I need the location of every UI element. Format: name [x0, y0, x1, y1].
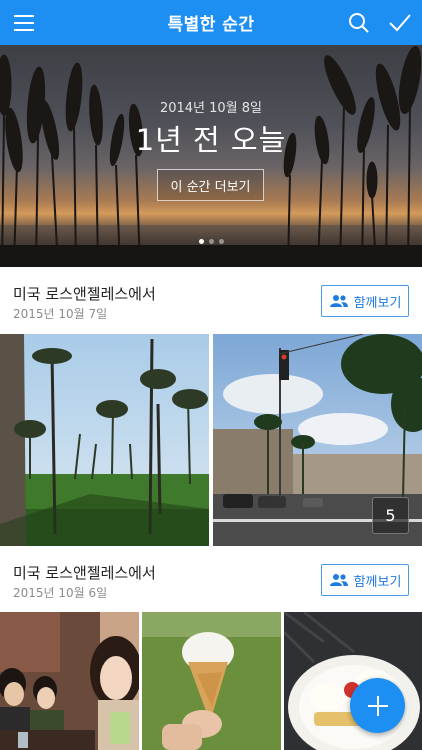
page-dot-2[interactable]	[208, 239, 214, 244]
share-view-label: 함께보기	[353, 295, 402, 311]
search-button[interactable]	[337, 0, 381, 45]
friends-cafe-photo	[0, 612, 139, 750]
photo-thumbnail[interactable]	[284, 612, 422, 750]
check-icon	[389, 13, 411, 31]
plus-icon	[367, 695, 388, 716]
view-moment-button[interactable]: 이 순간 더보기	[157, 169, 264, 201]
app-header: 특별한 순간	[0, 0, 422, 45]
page-dot-3[interactable]	[218, 239, 224, 244]
page-indicator	[0, 239, 422, 244]
share-view-label: 함께보기	[353, 574, 402, 590]
banner-ground	[0, 245, 422, 267]
photo-thumbnail[interactable]	[0, 334, 209, 546]
moment-location: 미국 로스앤젤레스에서	[13, 285, 156, 303]
search-icon	[349, 12, 369, 33]
photo-thumbnail[interactable]	[0, 612, 139, 750]
ice-cream-photo	[142, 612, 281, 750]
people-icon	[329, 295, 348, 307]
more-photos-count[interactable]: 5	[372, 497, 409, 534]
moment-location: 미국 로스앤젤레스에서	[13, 564, 156, 582]
memory-date: 2014년 10월 8일	[159, 101, 263, 116]
moment-header: 미국 로스앤젤레스에서 2015년 10월 6일 함께보기	[0, 546, 422, 612]
moment-header: 미국 로스앤젤레스에서 2015년 10월 7일 함께보기	[0, 267, 422, 333]
dessert-plate-photo	[284, 612, 422, 750]
photo-thumbnail[interactable]	[142, 612, 281, 750]
add-moment-button[interactable]	[350, 678, 405, 733]
people-icon	[329, 574, 348, 586]
memory-banner[interactable]: 2014년 10월 8일 1년 전 오늘 이 순간 더보기	[0, 45, 422, 267]
share-view-button[interactable]: 함께보기	[321, 564, 409, 596]
memory-headline: 1년 전 오늘	[135, 123, 287, 157]
confirm-button[interactable]	[378, 0, 422, 45]
moment-date: 2015년 10월 7일	[13, 307, 108, 321]
moment-date: 2015년 10월 6일	[13, 586, 108, 600]
share-view-button[interactable]: 함께보기	[321, 285, 409, 317]
page-dot-1[interactable]	[198, 239, 204, 244]
palm-park-photo	[0, 334, 209, 546]
